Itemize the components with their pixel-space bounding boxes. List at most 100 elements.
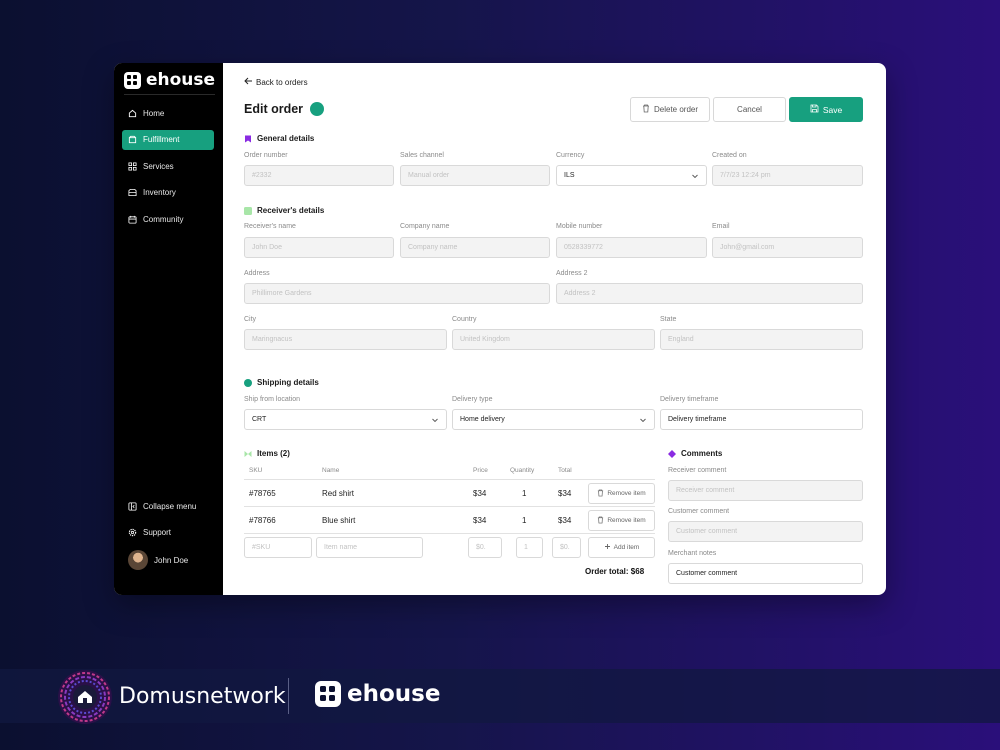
total-cell: $34 [558, 516, 572, 525]
new-sku-input[interactable]: #SKU [244, 537, 312, 558]
currency-select[interactable]: ILS [556, 165, 707, 186]
support-button[interactable]: Support [122, 523, 214, 543]
order-total-label: Order total: [585, 567, 629, 576]
address2-value: Address 2 [564, 290, 596, 297]
delivery-type-value: Home delivery [460, 416, 505, 423]
email-field[interactable]: John@gmail.com [712, 237, 863, 258]
sidebar-item-community[interactable]: Community [122, 209, 214, 229]
sidebar-item-services[interactable]: Services [122, 156, 214, 176]
receiver-comment-value: Receiver comment [676, 487, 735, 494]
email-value: John@gmail.com [720, 244, 775, 251]
comments-title: Comments [668, 449, 722, 458]
remove-label: Remove item [607, 490, 646, 497]
delivery-timeframe-label: Delivery timeframe [660, 396, 719, 403]
sidebar-item-fulfillment[interactable]: Fulfillment [122, 129, 214, 150]
sidebar-item-label: Home [143, 108, 165, 118]
city-field[interactable]: Maringnacus [244, 329, 447, 350]
new-total-placeholder: $0. [560, 544, 570, 551]
col-quantity: Quantity [510, 467, 535, 474]
shipping-details-title: Shipping details [244, 378, 319, 387]
cancel-button[interactable]: Cancel [713, 97, 786, 122]
app-logo[interactable]: ehouse [124, 69, 215, 91]
company-name-field[interactable]: Company name [400, 237, 550, 258]
sidebar-item-home[interactable]: Home [122, 103, 214, 123]
delivery-type-select[interactable]: Home delivery [452, 409, 655, 430]
add-item-button[interactable]: Add item [588, 537, 655, 558]
new-price-input[interactable]: $0. [468, 537, 502, 558]
items-title: Items (2) [244, 449, 290, 458]
sales-channel-field[interactable]: Manual order [400, 165, 550, 186]
order-number-field[interactable]: #2332 [244, 165, 394, 186]
delete-order-button[interactable]: Delete order [630, 97, 710, 122]
page-title: Edit order [244, 102, 325, 116]
address2-field[interactable]: Address 2 [556, 283, 863, 304]
sidebar-footer: Collapse menu Support John Doe [122, 496, 214, 571]
new-name-input[interactable]: Item name [316, 537, 423, 558]
mobile-number-field[interactable]: 0528339772 [556, 237, 707, 258]
ehouse-brand: ehouse [315, 681, 440, 707]
domusnetwork-name: Domusnetwork [119, 684, 286, 709]
diamond-icon [668, 449, 676, 458]
back-link[interactable]: Back to orders [244, 77, 308, 87]
receiver-comment-field[interactable]: Receiver comment [668, 480, 863, 501]
name-cell: Blue shirt [322, 516, 356, 525]
add-label: Add item [613, 544, 640, 551]
currency-value: ILS [564, 172, 575, 179]
state-value: England [668, 336, 694, 343]
main-content: Back to orders Edit order Delete order C… [223, 63, 886, 595]
avatar [128, 550, 148, 570]
app-window: ehouse Home Fulfillment Services Invento… [114, 63, 886, 595]
circle-icon [244, 378, 252, 387]
chevron-down-icon [432, 418, 438, 423]
customer-comment-field[interactable]: Customer comment [668, 521, 863, 542]
address-field[interactable]: Phillimore Gardens [244, 283, 550, 304]
order-number-label: Order number [244, 152, 288, 159]
home-icon [128, 109, 137, 118]
remove-item-button[interactable]: Remove item [588, 483, 655, 504]
logo-icon [315, 681, 341, 707]
country-value: United Kingdom [460, 336, 510, 343]
section-label: Shipping details [257, 378, 319, 387]
back-label: Back to orders [256, 77, 308, 87]
company-name-value: Company name [408, 244, 458, 251]
trash-icon [597, 516, 604, 526]
divider [124, 94, 215, 95]
ehouse-name: ehouse [347, 681, 441, 707]
delivery-timeframe-value: Delivery timeframe [668, 416, 727, 423]
remove-item-button[interactable]: Remove item [588, 510, 655, 531]
ship-from-select[interactable]: CRT [244, 409, 447, 430]
sidebar-item-inventory[interactable]: Inventory [122, 183, 214, 203]
company-name-label: Company name [400, 223, 450, 230]
domusnetwork-logo [58, 670, 112, 724]
save-button[interactable]: Save [789, 97, 863, 122]
merchant-notes-field[interactable]: Customer comment [668, 563, 863, 584]
section-label: Comments [681, 449, 723, 458]
country-field[interactable]: United Kingdom [452, 329, 655, 350]
mobile-number-label: Mobile number [556, 223, 603, 230]
order-total-value: $68 [630, 567, 645, 576]
page-title-text: Edit order [244, 102, 304, 116]
status-indicator [310, 102, 325, 116]
new-total-input[interactable]: $0. [552, 537, 581, 558]
delivery-type-label: Delivery type [452, 396, 493, 403]
new-qty-placeholder: 1 [524, 544, 528, 551]
user-profile[interactable]: John Doe [122, 549, 214, 571]
receiver-comment-label: Receiver comment [668, 467, 727, 474]
receiver-name-field[interactable]: John Doe [244, 237, 394, 258]
box-icon [128, 135, 137, 144]
price-cell: $34 [473, 489, 487, 498]
state-field[interactable]: England [660, 329, 863, 350]
new-qty-input[interactable]: 1 [516, 537, 543, 558]
save-icon [810, 104, 819, 115]
gear-icon [128, 528, 137, 537]
collapse-menu-button[interactable]: Collapse menu [122, 496, 214, 516]
sku-cell: #78765 [249, 489, 276, 498]
customer-comment-value: Customer comment [676, 528, 738, 535]
trash-icon [642, 104, 650, 115]
merchant-notes-label: Merchant notes [668, 550, 717, 557]
price-cell: $34 [473, 516, 487, 525]
logo-icon [124, 71, 141, 89]
created-on-field[interactable]: 7/7/23 12:24 pm [712, 165, 863, 186]
delivery-timeframe-field[interactable]: Delivery timeframe [660, 409, 863, 430]
grid-icon [128, 162, 137, 171]
